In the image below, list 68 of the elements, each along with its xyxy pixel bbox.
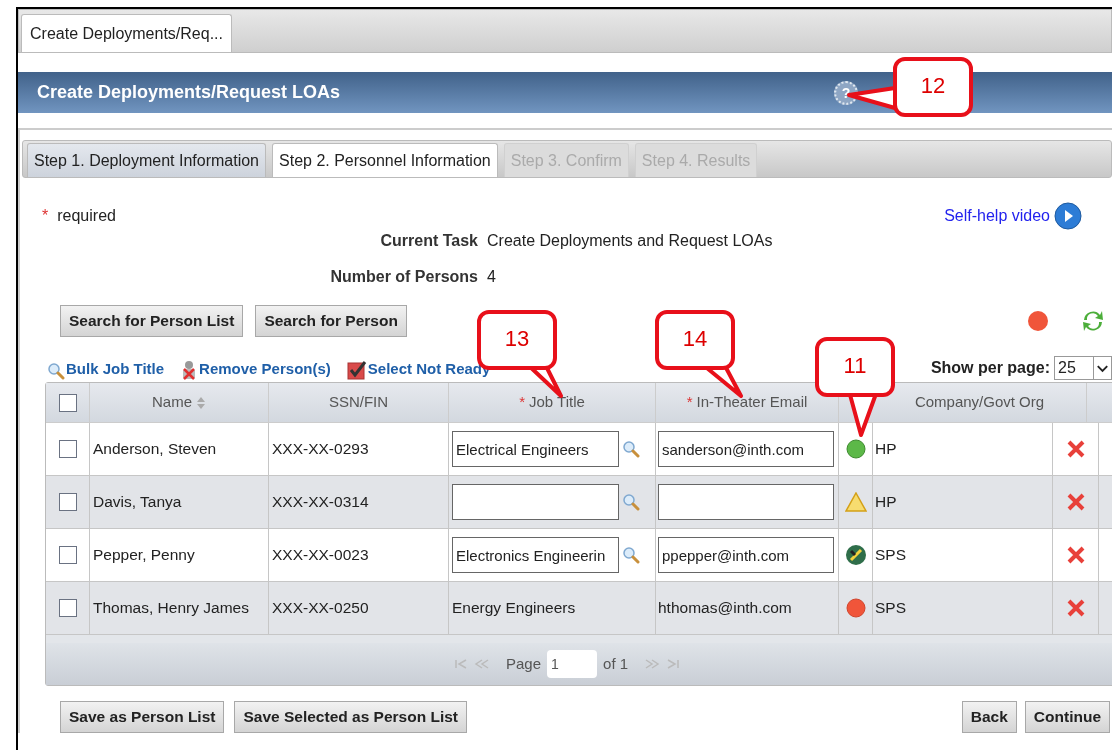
column-header: SSN/FIN xyxy=(269,383,449,422)
ssn-cell-text: XXX-XX-0293 xyxy=(272,439,369,460)
step-tab[interactable]: Step 1. Deployment Information xyxy=(27,143,266,177)
search-icon[interactable] xyxy=(622,440,640,458)
email-field[interactable]: ppepper@inth.com xyxy=(658,537,834,573)
checkbox[interactable] xyxy=(58,493,77,511)
org-cell-text: HP xyxy=(875,492,897,513)
window-tab[interactable]: Create Deployments/Req... xyxy=(21,14,232,52)
search-button[interactable]: Search for Person xyxy=(255,305,407,337)
search-icon[interactable] xyxy=(622,546,640,564)
page-count: of 1 xyxy=(603,653,629,674)
sort-icon xyxy=(196,395,206,410)
info-value: 4 xyxy=(487,267,496,287)
info-label: Current Task xyxy=(379,231,478,251)
nav-button[interactable]: Continue xyxy=(1024,701,1110,733)
org-cell-text: SPS xyxy=(875,545,906,566)
job-title-field[interactable]: Electrical Engineers xyxy=(452,431,619,467)
status-dot-icon xyxy=(845,439,866,459)
warning-icon xyxy=(844,492,867,512)
job-title-field[interactable]: Electronics Engineerin xyxy=(452,537,619,573)
info-value: Create Deployments and Request LOAs xyxy=(487,231,773,251)
action-link[interactable]: Bulk Job Title xyxy=(47,357,165,380)
page-field[interactable]: 1 xyxy=(547,650,598,678)
page-label: Page xyxy=(506,653,542,674)
search-icon[interactable] xyxy=(622,493,640,511)
per-page-label: Show per page: xyxy=(930,358,1050,378)
org-cell-text: SPS xyxy=(875,598,906,619)
checkbox[interactable] xyxy=(58,393,77,412)
tools-icon xyxy=(844,544,867,566)
record-icon[interactable] xyxy=(1026,309,1050,333)
status-dot-icon xyxy=(845,598,866,618)
ssn-cell-text: XXX-XX-0023 xyxy=(272,545,369,566)
ssn-cell-text: XXX-XX-0314 xyxy=(272,492,369,513)
checkbox-checked-icon xyxy=(346,360,367,380)
name-cell-text: Thomas, Henry James xyxy=(93,598,249,619)
checkbox[interactable] xyxy=(58,546,77,564)
delete-icon[interactable] xyxy=(1066,440,1085,458)
chevron-down-icon xyxy=(1093,357,1111,379)
name-cell-text: Davis, Tanya xyxy=(93,492,182,513)
email-field[interactable] xyxy=(658,484,834,520)
ssn-cell-text: XXX-XX-0250 xyxy=(272,598,369,619)
self-help-video-link[interactable]: Self-help video xyxy=(944,202,1082,230)
search-button[interactable]: Search for Person List xyxy=(60,305,244,337)
name-cell-text: Anderson, Steven xyxy=(93,439,217,460)
step-tab[interactable]: Step 2. Personnel Information xyxy=(272,143,498,177)
action-link[interactable]: Remove Person(s) xyxy=(180,357,331,380)
delete-icon[interactable] xyxy=(1066,599,1085,617)
column-header[interactable]: Name xyxy=(90,383,269,422)
page-title: Create Deployments/Request LOAs xyxy=(37,81,342,104)
email-cell-text: hthomas@inth.com xyxy=(658,598,792,619)
job-title-cell-text: Energy Engineers xyxy=(452,598,576,619)
nav-button[interactable]: Back xyxy=(961,701,1017,733)
magnifier-icon[interactable] xyxy=(47,362,65,380)
delete-icon[interactable] xyxy=(1066,546,1085,564)
delete-icon[interactable] xyxy=(1066,493,1085,511)
checkbox[interactable] xyxy=(58,440,77,458)
checkbox[interactable] xyxy=(58,599,77,617)
play-icon xyxy=(1054,202,1082,230)
org-cell-text: HP xyxy=(875,439,897,460)
save-button[interactable]: Save as Person List xyxy=(60,701,225,733)
per-page-select[interactable]: 25 xyxy=(1054,356,1112,380)
email-field[interactable]: sanderson@inth.com xyxy=(658,431,834,467)
job-title-field[interactable] xyxy=(452,484,619,520)
required-note: * required xyxy=(42,206,116,226)
info-label: Number of Persons xyxy=(329,267,478,287)
save-button[interactable]: Save Selected as Person List xyxy=(234,701,467,733)
name-cell-text: Pepper, Penny xyxy=(93,545,195,566)
callout-bubble: 12 xyxy=(893,57,973,117)
